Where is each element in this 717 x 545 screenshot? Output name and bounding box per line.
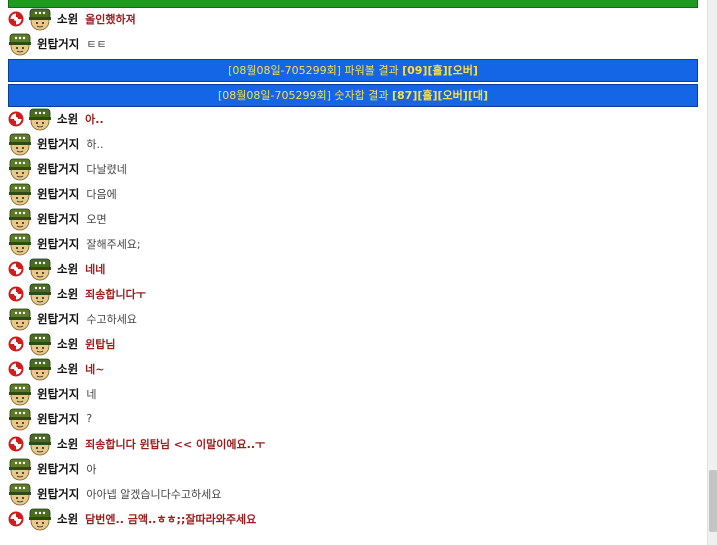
message-text: 잘해주세요;: [86, 237, 141, 251]
army-cap-icon: [9, 208, 31, 230]
chat-message: 소윈 올인했하져: [8, 6, 136, 31]
username[interactable]: 소윈: [57, 336, 78, 352]
army-cap-icon: [9, 408, 31, 430]
message-text: 오면: [86, 212, 107, 226]
message-text: 올인했하져: [85, 12, 136, 26]
chat-message: 윈탑거지 오면: [8, 206, 107, 231]
message-text: 다음에: [86, 187, 117, 201]
army-cap-icon: [9, 308, 31, 330]
chat-message: 소윈 윈탑님: [8, 331, 116, 356]
result-value: [87][홀][오버][대]: [391, 89, 488, 102]
chat-message: 소윈 네네: [8, 256, 105, 281]
army-cap-icon: [29, 358, 51, 380]
swirl-icon: [8, 511, 24, 526]
username[interactable]: 윈탑거지: [37, 36, 79, 52]
username[interactable]: 윈탑거지: [37, 186, 79, 202]
scrollbar[interactable]: [707, 0, 717, 545]
username[interactable]: 소윈: [57, 286, 78, 302]
username[interactable]: 윈탑거지: [37, 411, 79, 427]
chat-message: 윈탑거지 아: [8, 456, 96, 481]
scrollbar-thumb[interactable]: [709, 470, 717, 532]
army-cap-icon: [9, 33, 31, 55]
username[interactable]: 소윈: [57, 261, 78, 277]
chat-message: 윈탑거지 수고하세요: [8, 306, 137, 331]
army-cap-icon: [9, 458, 31, 480]
army-cap-icon: [29, 258, 51, 280]
message-text: 죄송합니다 윈탑님 << 이말이에요..ㅜ: [85, 437, 266, 451]
swirl-icon: [8, 11, 24, 26]
result-label: [08월08일-705299회] 숫자합 결과: [217, 89, 392, 102]
chat-message: 윈탑거지 하..: [8, 131, 103, 156]
army-cap-icon: [9, 133, 31, 155]
username[interactable]: 윈탑거지: [37, 486, 79, 502]
swirl-icon: [8, 436, 24, 451]
message-text: 수고하세요: [86, 312, 137, 326]
swirl-icon: [8, 336, 24, 351]
message-text: 아아넵 알겠습니다수고하세요: [86, 487, 222, 501]
army-cap-icon: [9, 158, 31, 180]
chat-message: 윈탑거지 네: [8, 381, 96, 406]
army-cap-icon: [9, 383, 31, 405]
message-text: 다날렸네: [86, 162, 127, 176]
chat-message: 윈탑거지?: [8, 406, 92, 431]
username[interactable]: 윈탑거지: [37, 461, 79, 477]
message-text: ㅌㅌ: [86, 37, 107, 51]
army-cap-icon: [29, 508, 51, 530]
swirl-icon: [8, 111, 24, 126]
chat-message: 소윈 아..: [8, 106, 104, 131]
username[interactable]: 윈탑거지: [37, 161, 79, 177]
message-text: 아..: [85, 112, 104, 126]
result-label: [08월08일-705299회] 파워볼 결과: [228, 64, 403, 77]
army-cap-icon: [9, 483, 31, 505]
username[interactable]: 소윈: [57, 436, 78, 452]
message-text: 윈탑님: [85, 337, 116, 351]
chat-message: 윈탑거지 다음에: [8, 181, 117, 206]
result-banner: [08월08일-705299회] 숫자합 결과 [87][홀][오버][대]: [8, 84, 698, 107]
chat-message: 소윈 네~: [8, 356, 105, 381]
chat-message: 소윈 담번엔.. 금액..ㅎㅎ;;잘따라와주세요: [8, 506, 256, 531]
username[interactable]: 윈탑거지: [37, 211, 79, 227]
message-text: 아: [86, 462, 97, 476]
army-cap-icon: [29, 8, 51, 30]
username[interactable]: 소윈: [57, 11, 78, 27]
swirl-icon: [8, 361, 24, 376]
username[interactable]: 윈탑거지: [37, 311, 79, 327]
chat-message: 윈탑거지 잘해주세요;: [8, 231, 141, 256]
swirl-icon: [8, 286, 24, 301]
chat-message: 소윈 죄송합니다 윈탑님 << 이말이에요..ㅜ: [8, 431, 265, 456]
army-cap-icon: [29, 433, 51, 455]
chat-log: 소윈 올인했하져 윈탑거지 ㅌㅌ [08월08일-705299회] 파워볼 결과 [0…: [0, 0, 707, 545]
swirl-icon: [8, 261, 24, 276]
message-text: 담번엔.. 금액..ㅎㅎ;;잘따라와주세요: [85, 512, 257, 526]
chat-message: 윈탑거지 ㅌㅌ: [8, 31, 107, 56]
message-text: 죄송합니다ㅜ: [85, 287, 146, 301]
message-text: 하..: [86, 137, 104, 151]
username[interactable]: 소윈: [57, 361, 78, 377]
army-cap-icon: [29, 283, 51, 305]
army-cap-icon: [29, 108, 51, 130]
username[interactable]: 소윈: [57, 511, 78, 527]
username[interactable]: 윈탑거지: [37, 136, 79, 152]
username[interactable]: 윈탑거지: [37, 386, 79, 402]
army-cap-icon: [29, 333, 51, 355]
message-text: ?: [86, 412, 93, 425]
army-cap-icon: [9, 183, 31, 205]
chat-message: 소윈 죄송합니다ㅜ: [8, 281, 146, 306]
message-text: 네~: [85, 362, 105, 376]
result-banner: [08월08일-705299회] 파워볼 결과 [09][홀][오버]: [8, 59, 698, 82]
message-text: 네네: [85, 262, 106, 276]
chat-message: 윈탑거지 아아넵 알겠습니다수고하세요: [8, 481, 221, 506]
result-value: [09][홀][오버]: [402, 64, 478, 77]
chat-message: 윈탑거지 다날렸네: [8, 156, 127, 181]
username[interactable]: 윈탑거지: [37, 236, 79, 252]
army-cap-icon: [9, 233, 31, 255]
username[interactable]: 소윈: [57, 111, 78, 127]
message-text: 네: [86, 387, 97, 401]
